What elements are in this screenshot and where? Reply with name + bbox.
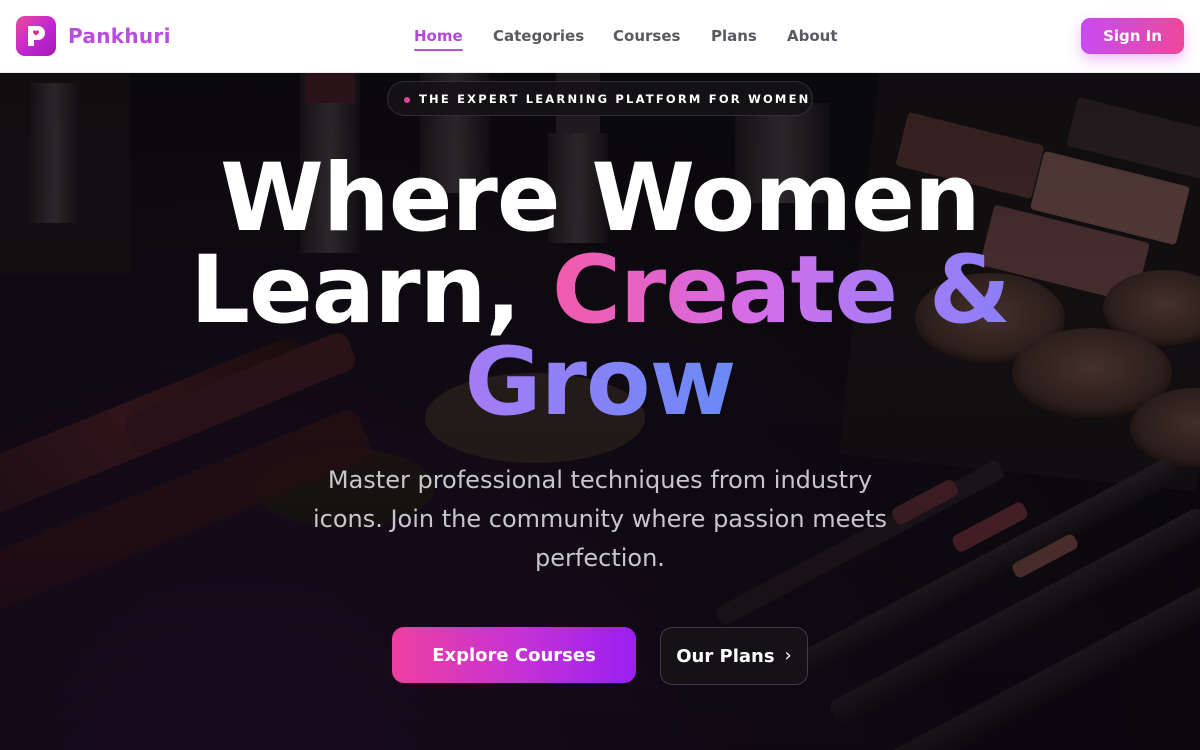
headline-line-2: Learn, Create & <box>0 244 1200 338</box>
hero-headline: Where Women Learn, Create & Grow <box>0 144 1200 430</box>
hero-section: THE EXPERT LEARNING PLATFORM FOR WOMEN W… <box>0 73 1200 750</box>
nav-categories[interactable]: Categories <box>493 27 584 45</box>
hero-subtitle: Master professional techniques from indu… <box>312 466 888 572</box>
chevron-right-icon: › <box>784 645 792 666</box>
badge-dot-icon <box>404 97 410 103</box>
nav-courses[interactable]: Courses <box>613 27 680 45</box>
badge-text: THE EXPERT LEARNING PLATFORM FOR WOMEN <box>419 92 811 106</box>
headline-line-3: Grow <box>0 336 1200 430</box>
nav-about[interactable]: About <box>787 27 838 45</box>
top-navbar: Pankhuri Home Categories Courses Plans A… <box>0 0 1200 73</box>
sign-in-button[interactable]: Sign In <box>1081 18 1184 54</box>
explore-courses-button[interactable]: Explore Courses <box>392 627 636 683</box>
platform-badge: THE EXPERT LEARNING PLATFORM FOR WOMEN <box>387 81 813 116</box>
nav-home[interactable]: Home <box>414 27 463 51</box>
headline-line-3-accent: Grow <box>464 328 737 437</box>
nav-plans[interactable]: Plans <box>711 27 757 45</box>
our-plans-label: Our Plans <box>676 645 775 667</box>
main-nav: Home Categories Courses Plans About <box>0 27 1200 51</box>
our-plans-button[interactable]: Our Plans › <box>660 627 808 685</box>
headline-line-1: Where Women <box>220 144 981 253</box>
